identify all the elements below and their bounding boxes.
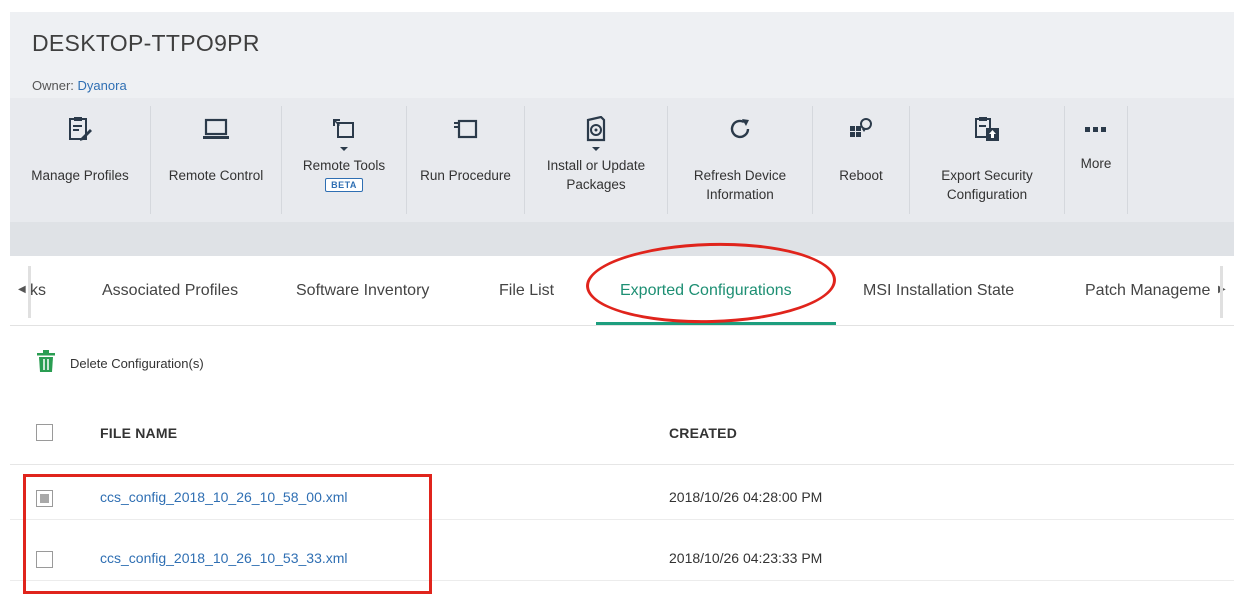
export-config-icon — [967, 112, 1007, 146]
chevron-down-icon — [338, 144, 350, 154]
chevron-down-icon — [590, 144, 602, 154]
install-update-label: Install or Update Packages — [546, 158, 646, 192]
more-dots-icon — [1076, 112, 1116, 146]
refresh-icon — [720, 112, 760, 146]
refresh-device-button[interactable]: Refresh Device Information — [668, 98, 812, 222]
highlight-rectangle — [23, 474, 432, 594]
tab-patch-management[interactable]: Patch Manageme — [1085, 282, 1216, 300]
reboot-label: Reboot — [839, 168, 883, 183]
delete-configurations-label: Delete Configuration(s) — [70, 355, 204, 371]
remote-control-label: Remote Control — [168, 168, 264, 183]
owner-link[interactable]: Dyanora — [78, 78, 127, 93]
remote-tools-label: Remote Tools — [302, 158, 386, 173]
beta-badge: BETA — [325, 178, 363, 192]
created-timestamp: 2018/10/26 04:23:33 PM — [669, 550, 823, 566]
toolbar-spacer — [10, 222, 1234, 256]
trash-icon — [36, 349, 56, 377]
laptop-icon — [196, 112, 236, 146]
select-all-checkbox[interactable] — [36, 424, 53, 441]
more-label: More — [1080, 156, 1112, 171]
tab-software-inventory[interactable]: Software Inventory — [296, 282, 429, 300]
remote-control-button[interactable]: Remote Control — [151, 98, 281, 222]
manage-profiles-label: Manage Profiles — [31, 168, 129, 183]
owner-label: Owner: — [32, 78, 74, 93]
tab-ks[interactable]: ks — [30, 282, 46, 300]
device-name: DESKTOP-TTPO9PR — [32, 30, 260, 56]
column-header-created[interactable]: CREATED — [669, 425, 737, 441]
remote-tools-button[interactable]: Remote Tools BETA — [282, 98, 406, 222]
tab-msi-installation-state[interactable]: MSI Installation State — [863, 282, 1014, 300]
reboot-button[interactable]: Reboot — [813, 98, 909, 222]
export-security-button[interactable]: Export Security Configuration — [910, 98, 1064, 222]
delete-configurations-button[interactable]: Delete Configuration(s) — [36, 346, 204, 380]
remote-tools-icon — [324, 112, 364, 146]
refresh-device-label: Refresh Device Information — [693, 168, 787, 202]
action-toolbar: Manage Profiles Remote Control Remote To… — [10, 98, 1234, 222]
install-update-button[interactable]: Install or Update Packages — [525, 98, 667, 222]
manage-profiles-button[interactable]: Manage Profiles — [10, 98, 150, 222]
created-timestamp: 2018/10/26 04:28:00 PM — [669, 489, 823, 505]
tab-scroll-left-icon[interactable]: ◀ — [18, 284, 26, 295]
run-procedure-icon — [446, 112, 486, 146]
reboot-icon — [841, 112, 881, 146]
tab-associated-profiles[interactable]: Associated Profiles — [102, 282, 238, 300]
more-button[interactable]: More — [1065, 98, 1127, 222]
tab-edge-right — [1220, 266, 1223, 318]
run-procedure-label: Run Procedure — [420, 168, 511, 183]
package-disc-icon — [576, 112, 616, 146]
run-procedure-button[interactable]: Run Procedure — [407, 98, 524, 222]
clipboard-edit-icon — [60, 112, 100, 146]
tab-file-list[interactable]: File List — [499, 282, 554, 300]
toolbar-divider — [1127, 106, 1128, 214]
column-header-file-name[interactable]: FILE NAME — [100, 425, 177, 441]
owner-line: Owner: Dyanora — [32, 78, 127, 93]
device-header: DESKTOP-TTPO9PR Owner: Dyanora — [10, 12, 1234, 98]
table-header: FILE NAME CREATED — [10, 413, 1234, 465]
export-security-label: Export Security Configuration — [941, 168, 1033, 202]
